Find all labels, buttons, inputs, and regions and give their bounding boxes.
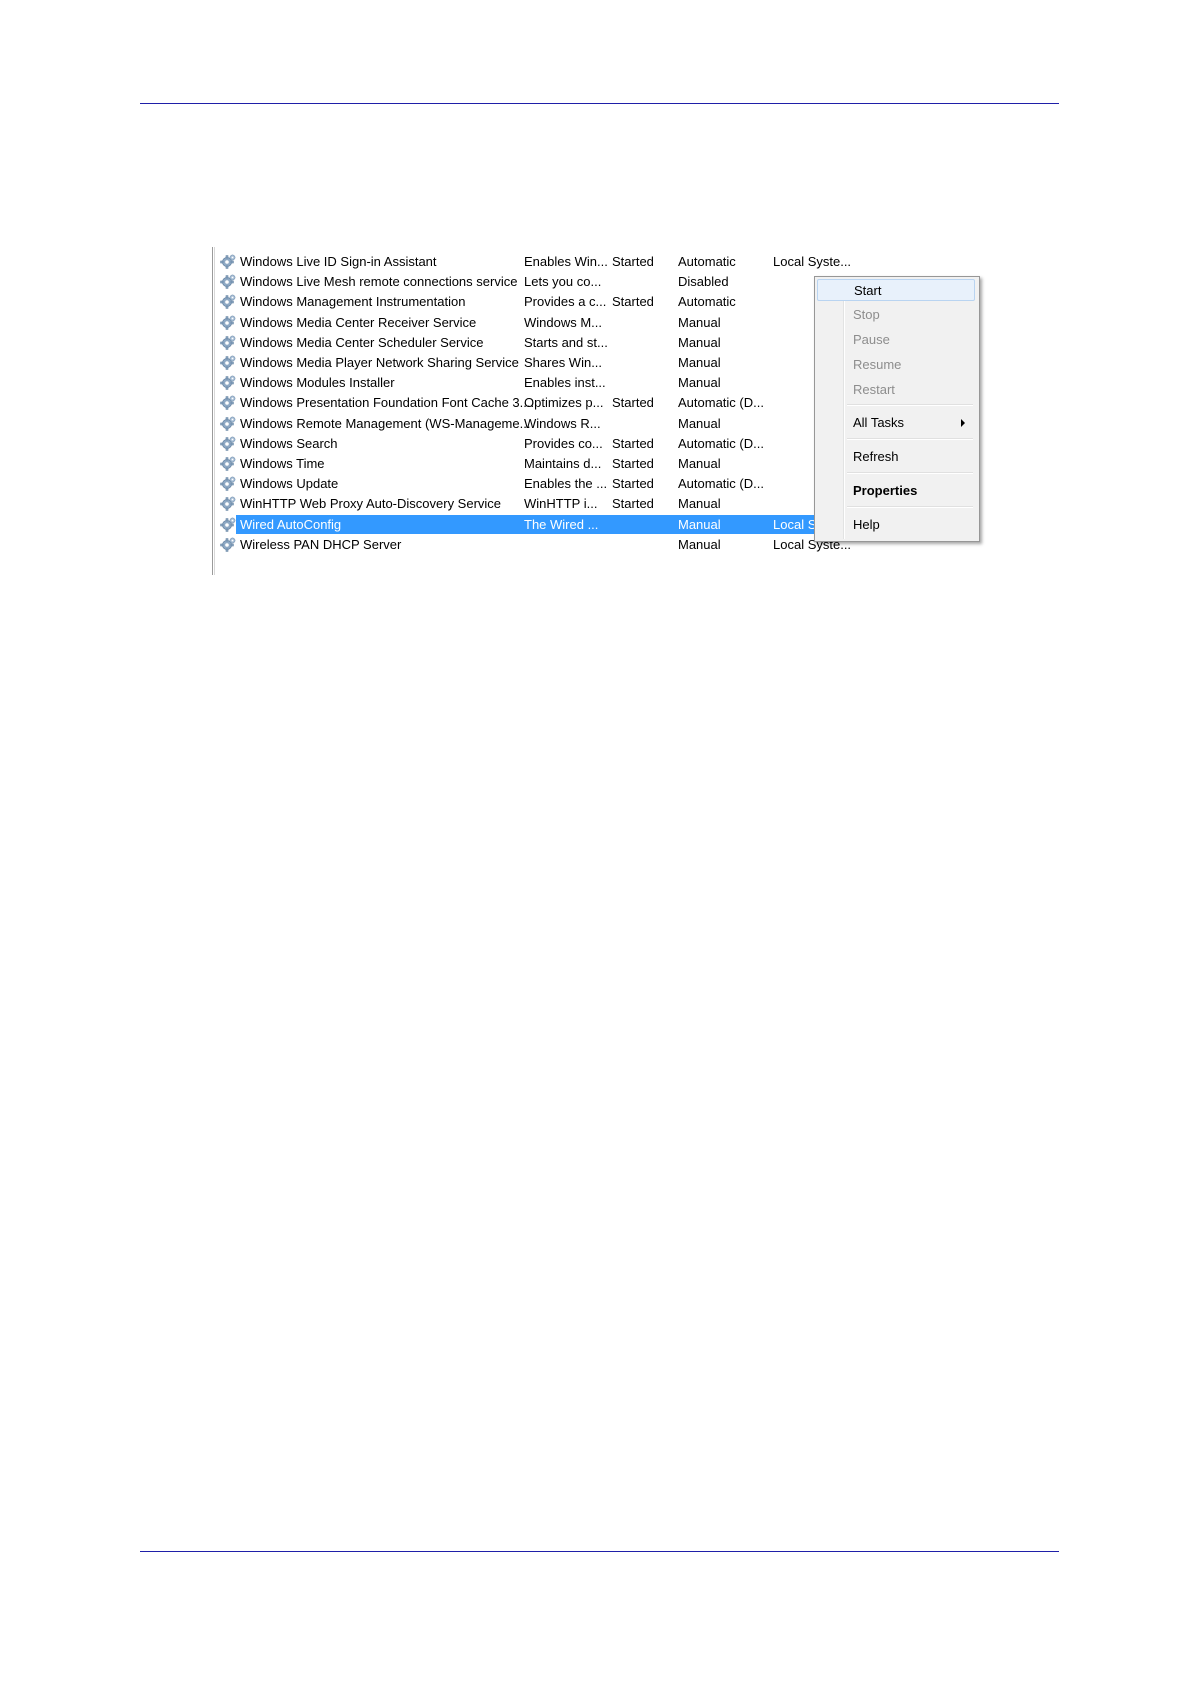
service-description: Shares Win... bbox=[524, 355, 603, 370]
service-status: Started bbox=[612, 254, 654, 269]
service-description: Provides a c... bbox=[524, 294, 607, 310]
menu-item-start[interactable]: Start bbox=[817, 279, 975, 301]
service-name: Windows Media Center Scheduler Service bbox=[240, 334, 484, 350]
header-rule bbox=[140, 103, 1059, 104]
service-gear-icon bbox=[220, 253, 237, 270]
service-description: Windows R... bbox=[524, 415, 601, 431]
service-startup-type: Automatic (D... bbox=[678, 476, 764, 492]
service-status: Started bbox=[612, 496, 654, 512]
service-gear-icon bbox=[220, 354, 237, 371]
menu-item-help-label: Help bbox=[853, 517, 880, 532]
menu-item-properties[interactable]: Properties bbox=[817, 480, 975, 502]
service-gear-icon bbox=[220, 273, 237, 290]
menu-item-resume-label: Resume bbox=[853, 357, 902, 372]
service-gear-icon bbox=[220, 394, 237, 411]
service-gear-icon bbox=[220, 374, 237, 391]
service-gear-icon bbox=[220, 536, 237, 553]
service-gear-icon bbox=[220, 516, 237, 533]
menu-separator bbox=[847, 404, 973, 406]
service-description: Enables Win... bbox=[524, 254, 608, 269]
service-startup-type: Manual bbox=[678, 516, 721, 532]
service-status: Started bbox=[612, 476, 654, 492]
menu-item-restart[interactable]: Restart bbox=[817, 379, 975, 401]
service-startup-type: Manual bbox=[678, 415, 721, 431]
service-description: Maintains d... bbox=[524, 456, 602, 471]
menu-item-start-label: Start bbox=[854, 283, 882, 298]
service-startup-type: Manual bbox=[678, 496, 721, 512]
service-description: Enables the ... bbox=[524, 476, 608, 492]
service-gear-icon bbox=[220, 415, 237, 432]
service-gear-icon bbox=[220, 293, 237, 310]
context-menu: Start Stop Pause Resume Restart All Task… bbox=[814, 276, 980, 542]
service-startup-type: Automatic bbox=[678, 254, 736, 269]
service-startup-type: Manual bbox=[678, 536, 721, 552]
menu-item-stop-label: Stop bbox=[853, 307, 880, 322]
service-startup-type: Manual bbox=[678, 334, 721, 350]
service-name: Windows Live ID Sign-in Assistant bbox=[240, 254, 437, 269]
menu-item-resume[interactable]: Resume bbox=[817, 354, 975, 376]
service-startup-type: Manual bbox=[678, 375, 721, 391]
menu-separator bbox=[847, 506, 973, 508]
menu-item-all-tasks[interactable]: All Tasks bbox=[817, 412, 975, 434]
menu-item-help[interactable]: Help bbox=[817, 514, 975, 536]
list-left-border bbox=[212, 247, 215, 575]
menu-item-stop[interactable]: Stop bbox=[817, 304, 975, 326]
service-status: Started bbox=[612, 395, 654, 411]
service-name: Windows Modules Installer bbox=[240, 375, 395, 391]
service-name: Windows Update bbox=[240, 476, 339, 492]
service-description: WinHTTP i... bbox=[524, 496, 598, 512]
menu-item-all-tasks-label: All Tasks bbox=[853, 415, 905, 430]
service-name: Windows Time bbox=[240, 456, 325, 471]
service-name: Windows Media Center Receiver Service bbox=[240, 314, 477, 330]
service-description: Optimizes p... bbox=[524, 395, 604, 411]
service-name: Windows Remote Management (WS-Manageme..… bbox=[240, 415, 531, 431]
service-gear-icon bbox=[220, 435, 237, 452]
service-gear-icon bbox=[220, 475, 237, 492]
service-status: Started bbox=[612, 294, 654, 310]
submenu-arrow-icon bbox=[961, 419, 965, 427]
table-row[interactable]: Windows Live ID Sign-in Assistant Enables… bbox=[220, 251, 920, 272]
menu-item-pause[interactable]: Pause bbox=[817, 329, 975, 351]
service-startup-type: Manual bbox=[678, 456, 721, 471]
service-name: Wireless PAN DHCP Server bbox=[240, 536, 402, 552]
service-description: The Wired ... bbox=[524, 516, 599, 532]
service-description: Enables inst... bbox=[524, 375, 606, 391]
service-gear-icon bbox=[220, 314, 237, 331]
service-status: Started bbox=[612, 456, 654, 471]
service-name: Windows Search bbox=[240, 435, 338, 451]
footer-rule bbox=[140, 1551, 1059, 1552]
menu-separator bbox=[847, 438, 973, 440]
service-gear-icon bbox=[220, 455, 237, 472]
service-name: Windows Management Instrumentation bbox=[240, 294, 466, 310]
menu-item-properties-label: Properties bbox=[853, 483, 918, 498]
service-startup-type: Manual bbox=[678, 314, 721, 330]
service-gear-icon bbox=[220, 495, 237, 512]
service-startup-type: Manual bbox=[678, 355, 721, 370]
service-startup-type: Disabled bbox=[678, 274, 729, 290]
service-description: Starts and st... bbox=[524, 334, 608, 350]
menu-item-pause-label: Pause bbox=[853, 332, 890, 347]
service-name: Windows Presentation Foundation Font Cac… bbox=[240, 395, 535, 411]
menu-item-refresh[interactable]: Refresh bbox=[817, 446, 975, 468]
service-gear-icon bbox=[220, 334, 237, 351]
menu-separator bbox=[847, 472, 973, 474]
service-name: WinHTTP Web Proxy Auto-Discovery Service bbox=[240, 496, 502, 512]
service-startup-type: Automatic (D... bbox=[678, 435, 764, 451]
service-name: Windows Media Player Network Sharing Ser… bbox=[240, 355, 519, 370]
service-description: Provides co... bbox=[524, 435, 603, 451]
menu-item-refresh-label: Refresh bbox=[853, 449, 899, 464]
service-name: Wired AutoConfig bbox=[240, 516, 342, 532]
service-startup-type: Automatic bbox=[678, 294, 736, 310]
service-description: Lets you co... bbox=[524, 274, 602, 290]
service-status: Started bbox=[612, 435, 654, 451]
service-logon-as: Local Syste... bbox=[773, 254, 852, 269]
service-startup-type: Automatic (D... bbox=[678, 395, 764, 411]
service-name: Windows Live Mesh remote connections ser… bbox=[240, 274, 518, 290]
menu-item-restart-label: Restart bbox=[853, 382, 895, 397]
service-description: Windows M... bbox=[524, 314, 603, 330]
